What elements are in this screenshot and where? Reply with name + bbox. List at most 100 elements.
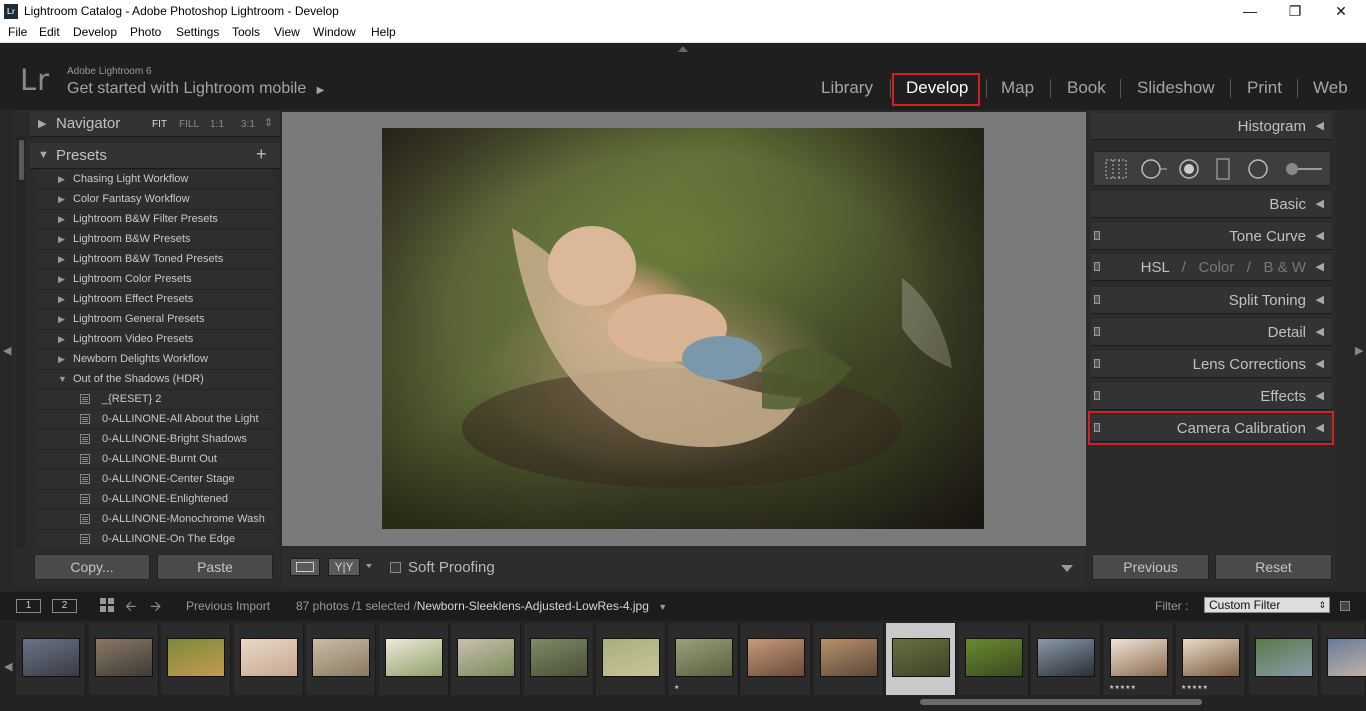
preset-item[interactable]: 0-ALLINONE-On The Edge — [34, 530, 274, 546]
filmstrip-thumbnail[interactable] — [1321, 623, 1366, 695]
filmstrip-source[interactable]: Previous Import — [186, 599, 270, 613]
panel-switch-icon[interactable] — [1094, 262, 1100, 271]
menu-tools[interactable]: Tools — [232, 25, 260, 39]
right-panel-toggle-icon[interactable]: ▶ — [1355, 344, 1363, 357]
filmstrip-thumbnail[interactable] — [306, 623, 376, 695]
mobile-prompt[interactable]: Get started with Lightroom mobile ▶ — [67, 80, 324, 98]
filmstrip-thumbnail[interactable] — [814, 623, 884, 695]
presets-header[interactable]: ▼ Presets + — [30, 143, 280, 169]
hsl-panel-header[interactable]: HSL / Color / B & W ◀ — [1091, 254, 1332, 281]
reset-button[interactable]: Reset — [1215, 554, 1332, 580]
preset-item[interactable]: _{RESET} 2 — [34, 390, 274, 410]
menu-file[interactable]: File — [8, 25, 27, 39]
basic-panel-header[interactable]: Basic ◀ — [1091, 191, 1332, 218]
tab-hsl[interactable]: HSL — [1141, 259, 1170, 276]
expand-triangle-icon[interactable]: ▶ — [58, 194, 65, 205]
module-slideshow[interactable]: Slideshow — [1137, 78, 1215, 98]
filter-select[interactable]: Custom Filter ⇕ — [1204, 597, 1330, 613]
filmstrip-thumbnail[interactable] — [524, 623, 594, 695]
filmstrip-thumbnail[interactable]: ★★★★★ — [1104, 623, 1174, 695]
filmstrip-thumbnail[interactable] — [1031, 623, 1101, 695]
module-map[interactable]: Map — [1001, 78, 1034, 98]
module-library[interactable]: Library — [821, 78, 873, 98]
preset-folder[interactable]: ▶ Chasing Light Workflow — [34, 170, 274, 190]
panel-switch-icon[interactable] — [1094, 327, 1100, 336]
filmstrip-thumbnail[interactable] — [89, 623, 159, 695]
minimize-button[interactable]: — — [1227, 0, 1273, 23]
zoom-fill[interactable]: FILL — [179, 119, 199, 130]
preset-item[interactable]: 0-ALLINONE-Enlightened — [34, 490, 274, 510]
expand-triangle-icon[interactable]: ▶ — [58, 354, 65, 365]
preset-folder[interactable]: ▶ Color Fantasy Workflow — [34, 190, 274, 210]
histogram-header[interactable]: Histogram ◀ — [1091, 113, 1332, 140]
tab-bw[interactable]: B & W — [1263, 259, 1306, 276]
before-after-dropdown-icon[interactable] — [366, 564, 372, 568]
expand-triangle-icon[interactable]: ▶ — [58, 274, 65, 285]
crop-icon[interactable] — [1104, 158, 1128, 180]
preset-folder[interactable]: ▶ Lightroom General Presets — [34, 310, 274, 330]
effects-panel-header[interactable]: Effects ◀ — [1091, 383, 1332, 410]
filename-dropdown-icon[interactable]: ▼ — [658, 602, 667, 612]
back-arrow-icon[interactable]: 🡨 — [125, 596, 136, 620]
expand-triangle-icon[interactable]: ▶ — [58, 314, 65, 325]
filmstrip-thumbnail[interactable] — [161, 623, 231, 695]
preset-item[interactable]: 0-ALLINONE-Burnt Out — [34, 450, 274, 470]
menu-photo[interactable]: Photo — [130, 25, 161, 39]
module-book[interactable]: Book — [1067, 78, 1106, 98]
secondary-window-button[interactable]: 2 — [52, 599, 77, 613]
filmstrip-thumbnail[interactable] — [886, 623, 956, 695]
lens-corrections-panel-header[interactable]: Lens Corrections ◀ — [1091, 351, 1332, 378]
split-toning-panel-header[interactable]: Split Toning ◀ — [1091, 287, 1332, 314]
collapse-top-panel-icon[interactable] — [678, 46, 688, 52]
filmstrip-thumbnail[interactable] — [1249, 623, 1319, 695]
toolbar-options-dropdown-icon[interactable] — [1061, 565, 1073, 572]
expand-triangle-icon[interactable]: ▶ — [58, 254, 65, 265]
paste-button[interactable]: Paste — [157, 554, 273, 580]
menu-develop[interactable]: Develop — [73, 25, 117, 39]
panel-switch-icon[interactable] — [1094, 231, 1100, 240]
menu-window[interactable]: Window — [313, 25, 356, 39]
navigator-header[interactable]: ▶ Navigator FIT FILL 1:1 3:1 ⇕ — [30, 111, 280, 137]
preset-item[interactable]: 0-ALLINONE-Center Stage — [34, 470, 274, 490]
preset-folder[interactable]: ▶ Newborn Delights Workflow — [34, 350, 274, 370]
preset-folder[interactable]: ▶ Lightroom Effect Presets — [34, 290, 274, 310]
expand-triangle-icon[interactable]: ▶ — [58, 174, 65, 185]
filmstrip-thumbnail[interactable] — [379, 623, 449, 695]
preset-item[interactable]: 0-ALLINONE-Bright Shadows — [34, 430, 274, 450]
filter-lock-icon[interactable] — [1340, 601, 1350, 611]
filmstrip-thumbnail[interactable]: ★ — [669, 623, 739, 695]
preset-item[interactable]: 0-ALLINONE-Monochrome Wash — [34, 510, 274, 530]
zoom-fit[interactable]: FIT — [152, 119, 167, 130]
previous-button[interactable]: Previous — [1092, 554, 1209, 580]
before-after-button[interactable]: Y|Y — [328, 558, 360, 576]
preset-folder[interactable]: ▶ Lightroom B&W Toned Presets — [34, 250, 274, 270]
scrollbar-thumb[interactable] — [19, 140, 24, 180]
filmstrip-thumbnail[interactable] — [959, 623, 1029, 695]
left-panel-toggle-icon[interactable]: ◀ — [3, 344, 11, 357]
forward-arrow-icon[interactable]: 🡪 — [150, 596, 161, 620]
filmstrip-thumbnail[interactable]: ★★★★★ — [1176, 623, 1246, 695]
soft-proofing-checkbox[interactable] — [390, 562, 401, 573]
copy-button[interactable]: Copy... — [34, 554, 150, 580]
main-photo[interactable] — [382, 128, 984, 529]
primary-window-button[interactable]: 1 — [16, 599, 41, 613]
preset-folder[interactable]: ▶ Lightroom Video Presets — [34, 330, 274, 350]
filmstrip-scroll-left-icon[interactable]: ◀ — [4, 660, 12, 673]
expand-triangle-icon[interactable]: ▶ — [58, 214, 65, 225]
panel-switch-icon[interactable] — [1094, 359, 1100, 368]
left-panel-scrollbar[interactable] — [16, 136, 26, 548]
restore-button[interactable]: ❐ — [1272, 0, 1318, 23]
spot-removal-icon[interactable] — [1140, 158, 1168, 180]
filmstrip-thumbnail[interactable] — [16, 623, 86, 695]
menu-view[interactable]: View — [274, 25, 300, 39]
loupe-view-button[interactable] — [290, 558, 320, 576]
preset-folder[interactable]: ▶ Lightroom B&W Presets — [34, 230, 274, 250]
panel-switch-icon[interactable] — [1094, 295, 1100, 304]
collapse-triangle-icon[interactable]: ▼ — [58, 374, 67, 384]
filmstrip-thumbnail[interactable] — [741, 623, 811, 695]
preset-folder[interactable]: ▶ Lightroom Color Presets — [34, 270, 274, 290]
menu-help[interactable]: Help — [371, 25, 396, 39]
menu-settings[interactable]: Settings — [176, 25, 219, 39]
zoom-1-1[interactable]: 1:1 — [210, 119, 224, 130]
radial-filter-icon[interactable] — [1247, 158, 1269, 180]
